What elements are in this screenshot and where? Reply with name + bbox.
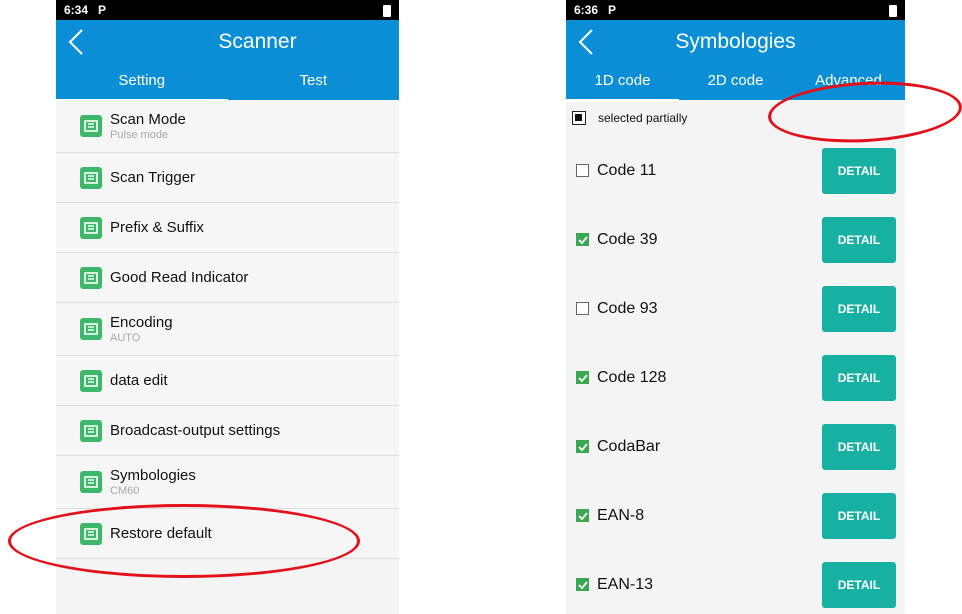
partial-select-checkbox[interactable] <box>572 111 586 125</box>
symbology-label: Code 11 <box>597 161 657 179</box>
symbology-row: Code 93 DETAIL <box>566 274 905 343</box>
data-edit-icon <box>80 369 102 392</box>
parking-notification-icon: P <box>608 3 617 17</box>
detail-button[interactable]: DETAIL <box>822 424 896 470</box>
checkbox-checked[interactable] <box>576 371 589 384</box>
settings-item-texts: Prefix & Suffix <box>110 219 204 236</box>
annotation-circle-symbologies <box>8 504 360 578</box>
symbology-row: EAN-8 DETAIL <box>566 481 905 550</box>
page-title: Scanner <box>218 30 297 53</box>
settings-item[interactable]: data edit <box>56 356 399 406</box>
symbology-label: Code 93 <box>597 299 658 317</box>
settings-item-texts: Encoding AUTO <box>110 314 173 344</box>
tab-setting[interactable]: Setting <box>56 64 228 102</box>
battery-icon <box>383 5 391 17</box>
settings-item-texts: data edit <box>110 372 168 389</box>
symbology-label: EAN-13 <box>597 575 654 593</box>
status-bar: 6:36 P <box>566 0 905 20</box>
settings-item[interactable]: Symbologies CM60 <box>56 456 399 509</box>
detail-button[interactable]: DETAIL <box>822 562 896 608</box>
detail-button[interactable]: DETAIL <box>822 493 896 539</box>
settings-item-texts: Scan Mode Pulse mode <box>110 111 186 141</box>
parking-notification-icon: P <box>98 3 107 17</box>
detail-button[interactable]: DETAIL <box>822 286 896 332</box>
broadcast-output-icon <box>80 419 102 442</box>
app-bar: Symbologies <box>566 20 905 64</box>
status-time: 6:34 <box>64 3 89 17</box>
tab-bar: Setting Test <box>56 64 400 102</box>
settings-item-value: Pulse mode <box>110 129 169 141</box>
checkbox-checked[interactable] <box>576 233 589 246</box>
settings-item-label: Good Read Indicator <box>110 269 249 286</box>
tab-test[interactable]: Test <box>228 64 400 100</box>
symbology-label: CodaBar <box>597 437 661 455</box>
settings-item-value: CM60 <box>110 485 140 497</box>
scan-trigger-icon <box>80 166 102 189</box>
symbology-row: Code 128 DETAIL <box>566 343 905 412</box>
settings-item[interactable]: Prefix & Suffix <box>56 203 399 253</box>
symbology-row: EAN-13 DETAIL <box>566 550 905 614</box>
settings-item[interactable]: Good Read Indicator <box>56 253 399 303</box>
good-read-indicator-icon <box>80 266 102 289</box>
detail-button[interactable]: DETAIL <box>822 355 896 401</box>
symbology-row: Code 39 DETAIL <box>566 205 905 274</box>
checkbox-unchecked[interactable] <box>576 302 589 315</box>
settings-item[interactable]: Encoding AUTO <box>56 303 399 356</box>
symbology-row: CodaBar DETAIL <box>566 412 905 481</box>
settings-item-label: Scan Trigger <box>110 169 196 186</box>
settings-item-label: Broadcast-output settings <box>110 422 281 439</box>
checkbox-unchecked[interactable] <box>576 164 589 177</box>
settings-item-label: data edit <box>110 372 168 389</box>
settings-item-label: Encoding <box>110 314 173 331</box>
settings-item[interactable]: Scan Trigger <box>56 153 399 203</box>
detail-button[interactable]: DETAIL <box>822 217 896 263</box>
tab-1d-code[interactable]: 1D code <box>566 64 679 102</box>
status-bar: 6:34 P <box>56 0 399 20</box>
detail-button[interactable]: DETAIL <box>822 148 896 194</box>
select-status-label: selected partially <box>598 111 688 125</box>
settings-list: Scan Mode Pulse mode Scan Trigger Prefix & … <box>56 100 399 559</box>
symbology-row: Code 11 DETAIL <box>566 136 905 205</box>
status-time: 6:36 <box>574 3 599 17</box>
settings-item-label: Symbologies <box>110 467 196 484</box>
symbology-list: Code 11 DETAIL Code 39 DETAIL Code 93 DETAIL C… <box>566 136 905 614</box>
settings-item-label: Scan Mode <box>110 111 186 128</box>
prefix-suffix-icon <box>80 216 102 239</box>
settings-item-texts: Symbologies CM60 <box>110 467 196 497</box>
scan-mode-icon <box>80 115 102 137</box>
symbologies-icon <box>80 471 102 493</box>
settings-item-texts: Broadcast-output settings <box>110 422 280 439</box>
app-bar: Scanner <box>56 20 399 64</box>
battery-icon <box>889 5 897 17</box>
checkbox-checked[interactable] <box>576 509 589 522</box>
barcode-icon <box>80 318 102 340</box>
settings-item[interactable]: Broadcast-output settings <box>56 406 399 456</box>
symbology-label: Code 128 <box>597 368 667 386</box>
checkbox-checked[interactable] <box>576 440 589 453</box>
settings-item-value: AUTO <box>110 332 141 344</box>
settings-item-texts: Good Read Indicator <box>110 269 248 286</box>
checkbox-checked[interactable] <box>576 578 589 591</box>
settings-item[interactable]: Scan Mode Pulse mode <box>56 100 399 153</box>
tab-2d-code[interactable]: 2D code <box>679 64 792 100</box>
page-title: Symbologies <box>675 30 796 53</box>
settings-item-texts: Scan Trigger <box>110 169 195 186</box>
symbology-label: EAN-8 <box>597 506 645 524</box>
symbology-label: Code 39 <box>597 230 658 248</box>
settings-item-label: Prefix & Suffix <box>110 219 204 236</box>
